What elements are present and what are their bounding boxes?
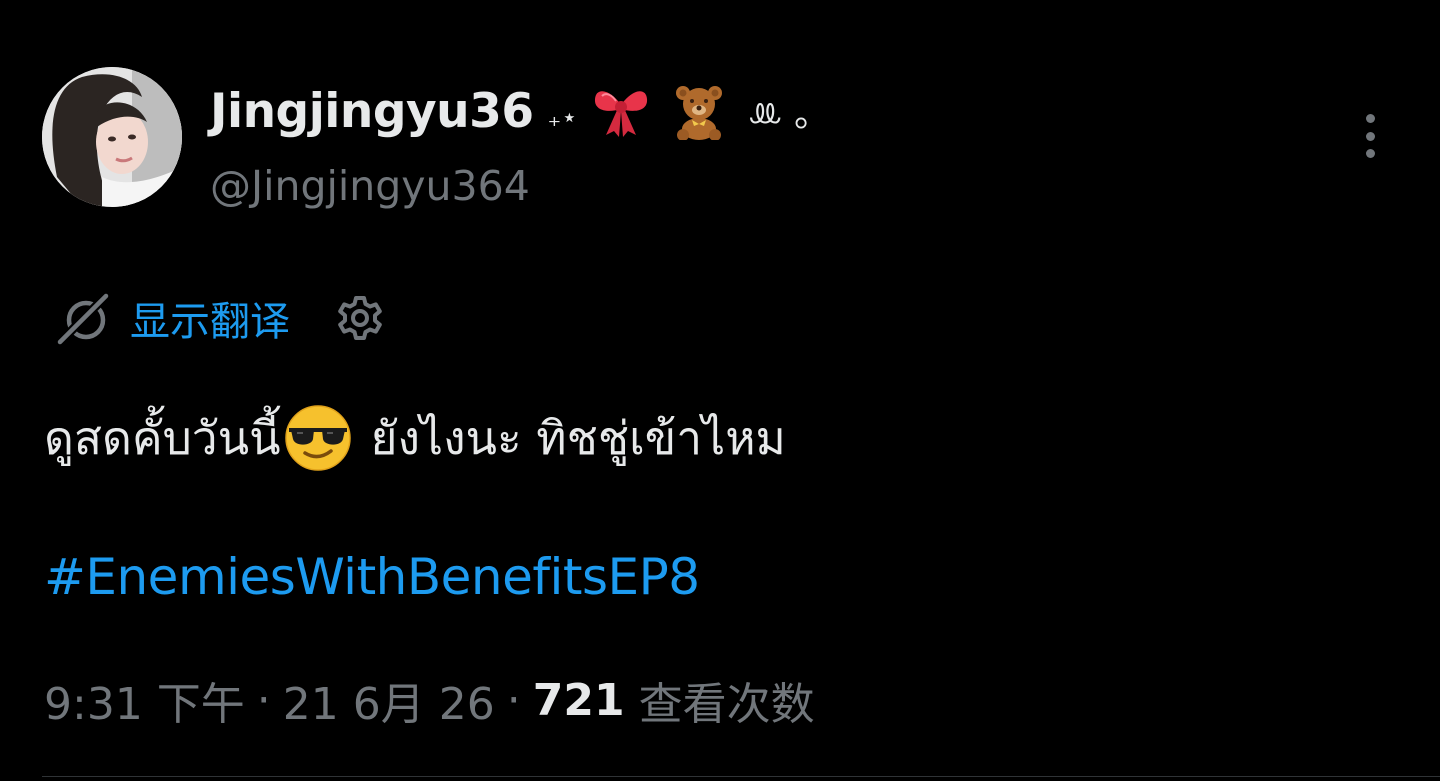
display-name-row: Jingjingyu36 ₊⋆ ꔛ ｡ [210,76,812,146]
decoration-text: ꔛ ｡ [747,94,813,135]
gear-icon[interactable] [336,294,384,342]
avatar[interactable] [42,67,182,207]
avatar-photo [42,67,182,207]
teddy-bear-icon [675,86,722,140]
translate-row: 显示翻译 [56,288,384,348]
tweet-date[interactable]: 21 6月 26 [283,668,495,732]
more-dot-icon [1365,114,1375,123]
more-options-button[interactable] [1352,108,1388,164]
tweet-text-part: ดูสดคั้บวันนี้ [44,410,281,465]
tweet-detail: Jingjingyu36 ₊⋆ ꔛ ｡ @Jingjingyu364 显示翻译 … [0,0,1440,781]
hashtag-link[interactable]: #EnemiesWithBenefitsEP8 [44,548,700,606]
meta-separator: · [256,674,271,726]
meta-separator: · [506,674,521,726]
more-dot-icon [1365,149,1375,158]
tweet-text: ดูสดคั้บวันนี้ ยังไงนะ ทิชชู่เข้าไหม [44,398,786,478]
display-name[interactable]: Jingjingyu36 [210,84,534,139]
tweet-text-part: ยังไงนะ ทิชชู่เข้าไหม [370,410,786,465]
tweet-time[interactable]: 9:31 下午 [44,668,245,732]
sparkle-text: ₊⋆ [547,103,578,133]
ribbon-icon [594,91,647,137]
name-decoration: ₊⋆ ꔛ ｡ [547,82,813,140]
views-label: 查看次数 [638,679,815,730]
tweet-meta: 9:31 下午 · 21 6月 26 · 721 查看次数 [44,668,815,732]
user-handle[interactable]: @Jingjingyu364 [210,162,530,210]
views-count[interactable]: 721 [533,675,625,726]
sunglasses-emoji-icon [284,405,351,471]
grok-icon [56,292,110,346]
show-translation-link[interactable]: 显示翻译 [130,289,290,347]
more-dot-icon [1365,131,1375,141]
divider [42,776,1440,777]
